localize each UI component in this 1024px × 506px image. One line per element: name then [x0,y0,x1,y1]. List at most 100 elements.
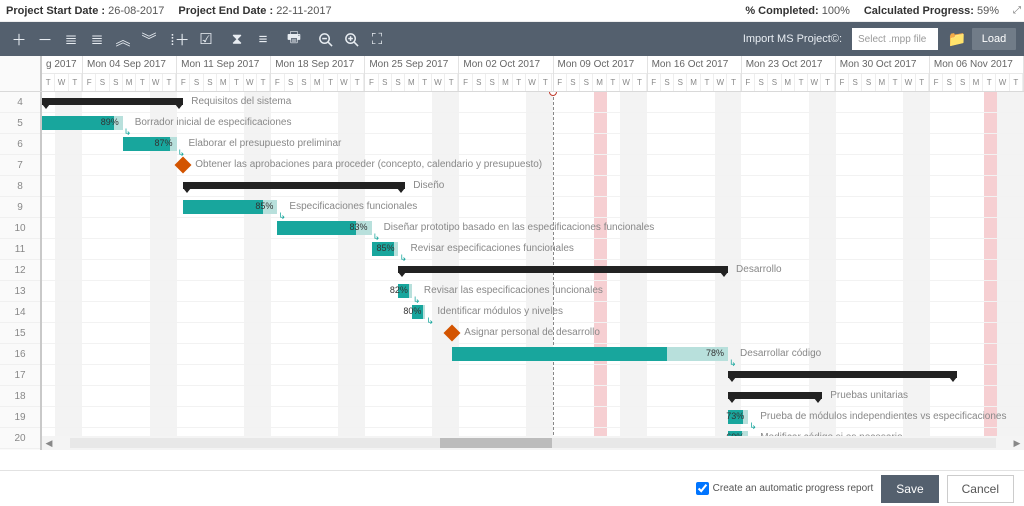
dependency-arrow-icon: ↳ [729,358,737,369]
footer-bar: Create an automatic progress report Save… [0,470,1024,506]
fullscreen-icon[interactable]: ⛶ [366,28,388,50]
row-number: 16 [0,344,40,365]
indent-icon[interactable]: ≣ [86,28,108,50]
task-label: Diseñar prototipo basado en las especifi… [384,222,655,233]
task-label: Elaborar el presupuesto preliminar [189,138,342,149]
outdent-icon[interactable]: ≣ [60,28,82,50]
week-label: Mon 04 Sep 2017 [83,56,176,74]
highlight-icon[interactable]: ⧗ [226,28,248,50]
auto-report-checkbox[interactable]: Create an automatic progress report [696,482,874,495]
move-down-icon[interactable]: ︾ [138,28,160,50]
task-bar[interactable]: 85% [372,242,399,256]
row-number: 18 [0,386,40,407]
task-label: Pruebas unitarias [830,390,908,401]
auto-report-input[interactable] [696,482,709,495]
move-up-icon[interactable]: ︽ [112,28,134,50]
task-bar[interactable]: 87% [123,137,177,151]
h-scrollbar[interactable]: ◀ ▶ [42,436,1024,450]
scroll-left-icon[interactable]: ◀ [42,438,56,449]
progress-pct: 85% [255,201,273,211]
row-number: 12 [0,260,40,281]
summary-bar[interactable] [728,371,957,378]
progress-pct: 89% [101,117,119,127]
task-label: Asignar personal de desarrollo [464,327,600,338]
task-bar[interactable]: 73% [728,410,748,424]
row-number: 20 [0,428,40,449]
end-date-label: Project End Date : [178,5,273,17]
folder-icon[interactable]: 📁 [946,28,968,50]
task-label: Desarrollo [736,264,782,275]
week-label: Mon 23 Oct 2017 [742,56,835,74]
row-number: 9 [0,197,40,218]
row-number: 11 [0,239,40,260]
summary-bar[interactable] [728,392,822,399]
dependency-arrow-icon: ↳ [399,253,407,264]
row-number: 13 [0,281,40,302]
week-label: Mon 11 Sep 2017 [177,56,270,74]
task-label: Prueba de módulos independientes vs espe… [760,411,1006,422]
row-number: 19 [0,407,40,428]
layers-icon[interactable]: ≡ [252,28,274,50]
task-bar[interactable]: 83% [277,221,371,235]
load-button[interactable]: Load [972,28,1016,50]
pct-completed-value: 100% [822,5,850,17]
row-number: 15 [0,323,40,344]
dependency-arrow-icon: ↳ [426,316,434,327]
print-icon[interactable]: 🖶 [283,28,305,50]
task-bar[interactable]: 82% [398,284,411,298]
progress-pct: 78% [706,348,724,358]
task-label: Especificaciones funcionales [289,201,417,212]
summary-bar[interactable] [398,266,728,273]
end-date-value: 22-11-2017 [276,5,331,17]
scroll-right-icon[interactable]: ▶ [1010,438,1024,449]
start-date-value: 26-08-2017 [108,5,164,17]
progress-pct: 82% [390,285,408,295]
gantt-chart[interactable]: 4567891011121314151617181920 Requisitos … [0,92,1024,450]
task-label: Identificar módulos y niveles [437,306,563,317]
task-label: Revisar las especificaciones funcionales [424,285,603,296]
dependency-arrow-icon: ↳ [749,421,757,432]
add-icon[interactable]: ＋ [8,28,30,50]
progress-pct: 85% [376,243,394,253]
task-label: Obtener las aprobaciones para proceder (… [195,159,542,170]
cancel-button[interactable]: Cancel [947,475,1014,503]
summary-bar[interactable] [183,182,405,189]
info-bar: Project Start Date : 26-08-2017 Project … [0,0,1024,22]
start-date-label: Project Start Date : [6,5,105,17]
import-label: Import MS Project©: [743,33,842,45]
task-label: Revisar especificaciones funcionales [410,243,573,254]
week-label: Mon 09 Oct 2017 [554,56,647,74]
zoom-out-icon[interactable] [314,28,336,50]
file-input[interactable]: Select .mpp file [852,28,938,50]
row-number: 4 [0,92,40,113]
calc-progress-value: 59% [977,5,999,17]
week-label: Mon 06 Nov 2017 [930,56,1023,74]
task-label: Borrador inicial de especificaciones [135,117,292,128]
row-number: 6 [0,134,40,155]
task-bar[interactable]: 85% [183,200,277,214]
task-bar[interactable]: 89% [42,116,123,130]
task-bar[interactable]: 78% [452,347,728,361]
week-label: g 2017 [42,56,82,74]
row-number: 7 [0,155,40,176]
progress-pct: 87% [154,138,172,148]
remove-icon[interactable]: － [34,28,56,50]
row-number: 14 [0,302,40,323]
task-bar[interactable]: 80% [412,305,425,319]
toolbar: ＋ － ≣ ≣ ︽ ︾ ⁞＋ ☑ ⧗ ≡ 🖶 ⛶ Import MS Proje… [0,22,1024,56]
auto-report-label: Create an automatic progress report [713,483,874,494]
timeline-header: g 2017TWTMon 04 Sep 2017FSSMTWTMon 11 Se… [0,56,1024,92]
zoom-in-icon[interactable] [340,28,362,50]
week-label: Mon 25 Sep 2017 [365,56,458,74]
collapse-icon[interactable]: ⤢ [1013,5,1018,16]
checklist-icon[interactable]: ☑ [195,28,217,50]
summary-bar[interactable] [42,98,183,105]
add-column-icon[interactable]: ⁞＋ [169,28,191,50]
row-number: 17 [0,365,40,386]
week-label: Mon 16 Oct 2017 [648,56,741,74]
week-label: Mon 30 Oct 2017 [836,56,929,74]
week-label: Mon 02 Oct 2017 [459,56,552,74]
save-button[interactable]: Save [881,475,938,503]
progress-pct: 83% [350,222,368,232]
scroll-thumb[interactable] [440,438,551,448]
